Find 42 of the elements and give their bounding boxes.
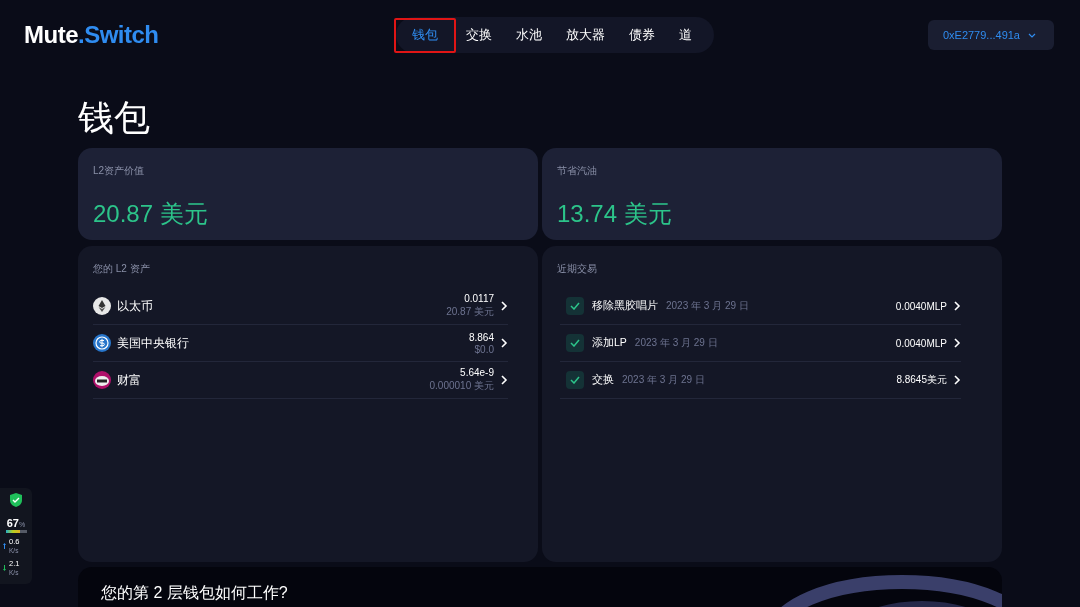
transaction-date: 2023 年 3 月 29 日	[622, 373, 706, 387]
chevron-right-icon[interactable]	[953, 375, 961, 385]
transaction-amount: 0.0040MLP	[895, 337, 947, 349]
nav-tab[interactable]: 钱包	[394, 17, 456, 53]
asset-amount: 5.64e-9	[459, 367, 494, 378]
card-value: 13.74 美元	[557, 199, 673, 229]
dollar-coin-icon	[93, 334, 111, 352]
asset-name[interactable]: 美国中央银行	[117, 334, 469, 352]
mute-switch-logo[interactable]: Mute.Switch	[24, 21, 396, 49]
card-label: L2资产价值	[93, 164, 146, 178]
transaction-name[interactable]: 交换	[592, 373, 614, 387]
transaction-date: 2023 年 3 月 29 日	[666, 299, 750, 313]
asset-value: $0.0	[473, 343, 494, 355]
info-title: 您的第 2 层钱包如何工作?	[101, 583, 289, 602]
asset-value: 20.87 美元	[446, 305, 494, 319]
shield-check-icon	[10, 493, 22, 507]
chevron-right-icon[interactable]	[500, 375, 508, 385]
card-label: 节省汽油	[557, 164, 598, 178]
download-arrow-icon	[3, 565, 6, 571]
ethereum-coin-icon	[93, 297, 111, 315]
chevron-right-icon[interactable]	[953, 301, 961, 311]
asset-value: 0.000010 美元	[429, 379, 494, 393]
transaction-name[interactable]: 移除黑胶唱片	[592, 299, 658, 313]
asset-name[interactable]: 财富	[117, 371, 430, 389]
asset-name[interactable]: 以太币	[117, 297, 447, 315]
chevron-right-icon[interactable]	[500, 301, 508, 311]
asset-amount: 0.0117	[463, 293, 494, 304]
chevron-right-icon[interactable]	[953, 338, 961, 348]
transaction-amount: 0.0040MLP	[895, 300, 947, 312]
transaction-name[interactable]: 添加LP	[592, 336, 627, 350]
page-title: 钱包	[78, 96, 151, 140]
card-value: 20.87 美元	[93, 199, 209, 229]
account-button[interactable]: 0xE2779...491a	[927, 20, 1054, 50]
transaction-amount: 8.8645美元	[896, 373, 947, 387]
panel-title: 近期交易	[557, 262, 598, 276]
asset-amount: 8.864	[468, 331, 494, 343]
panel-title: 您的 L2 资产	[93, 262, 151, 276]
chevron-right-icon[interactable]	[500, 338, 508, 348]
transaction-date: 2023 年 3 月 29 日	[634, 336, 719, 350]
upload-arrow-icon	[3, 543, 6, 549]
chevron-down-icon	[1028, 32, 1036, 38]
token-coin-icon	[93, 371, 111, 389]
